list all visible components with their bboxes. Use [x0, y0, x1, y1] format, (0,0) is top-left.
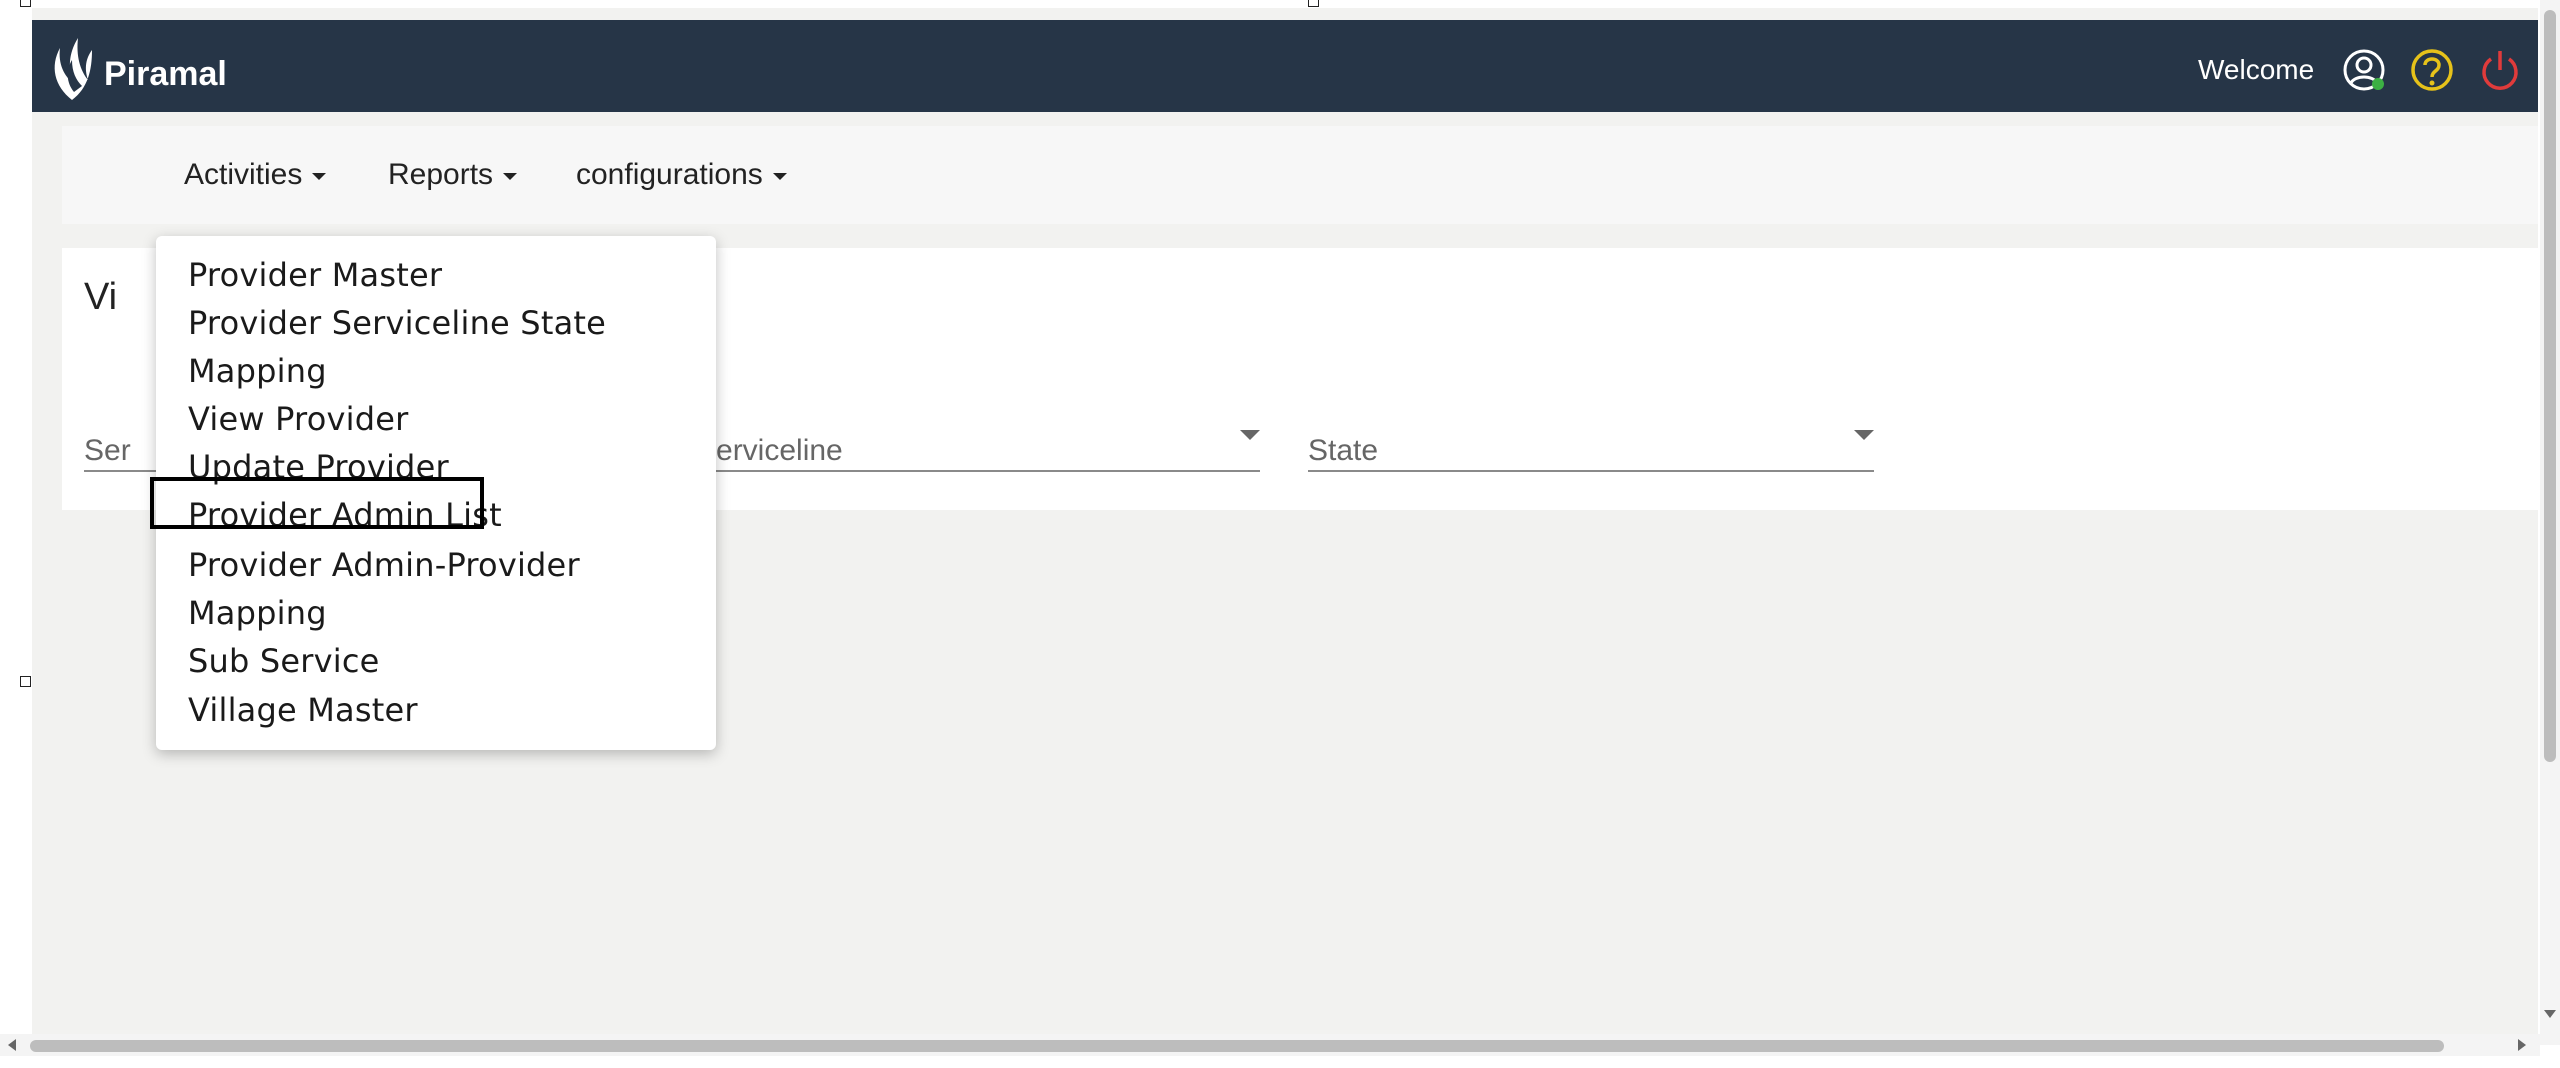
user-profile-icon[interactable] [2340, 46, 2388, 94]
serviceline-select-label: Serviceline [696, 434, 843, 467]
state-select-label: State [1308, 434, 1379, 467]
scroll-right-arrow-icon[interactable] [2518, 1039, 2526, 1051]
resize-handle[interactable] [20, 676, 31, 687]
caret-down-icon [312, 172, 327, 180]
menu-item-sub-service[interactable]: Sub Service [188, 642, 380, 680]
vertical-scrollbar[interactable] [2540, 0, 2560, 1045]
resize-handle[interactable] [1308, 0, 1319, 7]
focus-highlight-box [150, 477, 484, 529]
menu-item-provider-serviceline-state-mapping[interactable]: Provider Serviceline State [188, 304, 606, 342]
horizontal-scrollbar-thumb[interactable] [30, 1040, 2444, 1052]
help-icon[interactable] [2408, 46, 2456, 94]
menu-item-village-master[interactable]: Village Master [188, 691, 418, 729]
main-navbar: Activities Reports configurations [62, 126, 2538, 224]
menu-item-provider-admin-provider-mapping-cont[interactable]: Mapping [188, 594, 327, 632]
menu-item-provider-master[interactable]: Provider Master [188, 256, 442, 294]
welcome-text: Welcome [2198, 54, 2315, 85]
power-logout-icon[interactable] [2476, 46, 2524, 94]
top-header: Piramal Welcome [32, 20, 2538, 112]
scroll-down-arrow-icon[interactable] [2544, 1010, 2556, 1018]
resize-handle[interactable] [20, 0, 31, 7]
caret-down-icon [772, 172, 787, 180]
piramal-flame-icon [54, 38, 92, 100]
menu-item-provider-serviceline-state-mapping-cont[interactable]: Mapping [188, 352, 327, 390]
menu-item-provider-admin-provider-mapping[interactable]: Provider Admin-Provider [188, 546, 580, 584]
vertical-scrollbar-thumb[interactable] [2544, 10, 2556, 762]
nav-activities-label: Activities [184, 158, 303, 191]
dropdown-arrow-icon [1240, 430, 1260, 440]
dropdown-arrow-icon [1854, 430, 1874, 440]
card-title: Vi [84, 276, 118, 318]
logo-text: Piramal [104, 54, 227, 93]
caret-down-icon [503, 172, 518, 180]
menu-item-view-provider[interactable]: View Provider [188, 400, 408, 438]
nav-configurations-menu[interactable]: configurations [576, 126, 787, 224]
state-select[interactable]: State [1308, 408, 1874, 472]
serviceline-select[interactable]: Serviceline [696, 408, 1260, 472]
scroll-left-arrow-icon[interactable] [8, 1039, 16, 1051]
nav-configurations-label: configurations [576, 158, 763, 191]
horizontal-scrollbar[interactable] [0, 1034, 2540, 1056]
nav-activities-menu[interactable]: Activities [184, 126, 327, 224]
piramal-logo[interactable]: Piramal [48, 30, 227, 104]
service-select-label: Ser [84, 434, 131, 467]
nav-reports-label: Reports [388, 158, 494, 191]
nav-reports-menu[interactable]: Reports [388, 126, 518, 224]
